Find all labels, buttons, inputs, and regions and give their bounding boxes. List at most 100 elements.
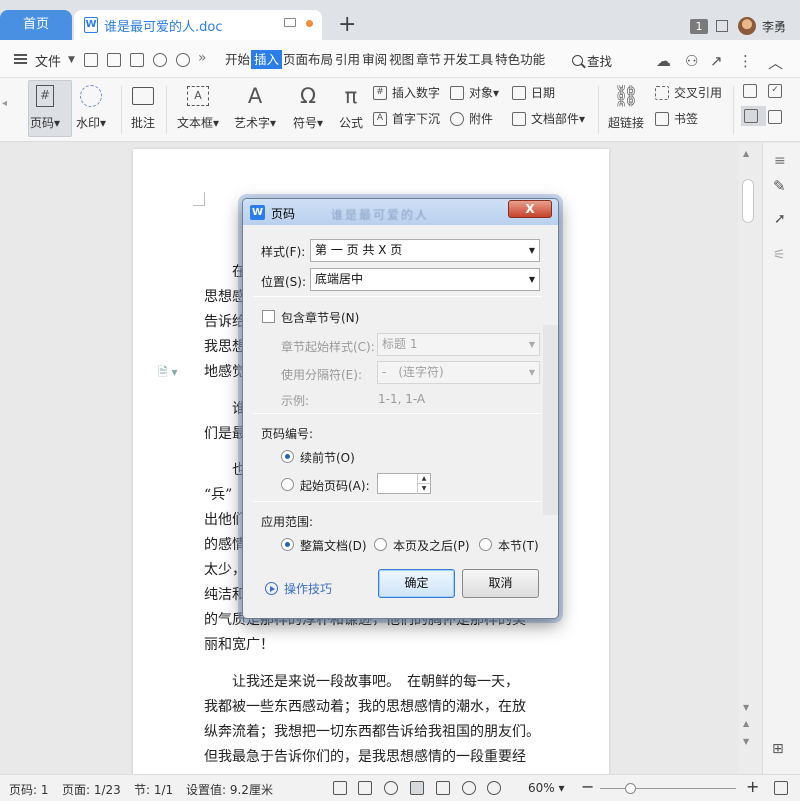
doc-line[interactable]: 的感情	[204, 534, 246, 554]
hyperlink-button[interactable]: ⛓ 超链接	[608, 82, 644, 131]
tab-home[interactable]: 首页	[0, 10, 72, 40]
start-at-radio[interactable]	[281, 478, 294, 491]
ok-button[interactable]: 确定	[378, 569, 455, 598]
tab-view[interactable]: 视图	[388, 50, 415, 69]
stepper-up-icon[interactable]: ▲	[417, 474, 430, 484]
zoom-slider-knob[interactable]	[625, 783, 636, 794]
doc-line[interactable]: 纯洁和	[204, 584, 246, 604]
vertical-scrollbar[interactable]: ▲ ▼ ▲ ▼	[738, 143, 762, 774]
bookmark-button[interactable]: 书签	[655, 110, 698, 127]
hamburger-menu-icon[interactable]	[14, 54, 27, 64]
doc-line[interactable]: 地感觉	[204, 361, 246, 381]
monitor-icon[interactable]	[284, 18, 296, 27]
zoom-out-button[interactable]: −	[581, 777, 594, 796]
doc-line[interactable]: 们是最	[204, 423, 246, 443]
chevron-down-icon[interactable]: ▼	[68, 55, 75, 65]
comment-button[interactable]: 批注	[131, 82, 155, 131]
doc-line[interactable]: 纵奔流着；我想把一切东西都告诉给我祖国的朋友们。	[204, 721, 540, 741]
doc-line[interactable]: 我思想	[204, 336, 246, 356]
paragraph-marker-icon[interactable]: 🗎 ▾	[158, 363, 178, 384]
ribbon-extra-icon-1[interactable]	[743, 84, 762, 98]
cloud-icon[interactable]: ☁	[656, 52, 671, 70]
continue-prev-radio[interactable]	[281, 450, 294, 463]
tab-review[interactable]: 审阅	[361, 50, 388, 69]
doc-parts-button[interactable]: 文档部件 ▾	[512, 110, 585, 127]
object-button[interactable]: 对象 ▾	[450, 84, 499, 101]
tab-section[interactable]: 章节	[415, 50, 442, 69]
new-tab-button[interactable]: +	[338, 12, 356, 37]
zoom-slider[interactable]	[600, 783, 736, 794]
ribbon-extra-icon-4[interactable]	[768, 110, 787, 124]
formula-button[interactable]: π 公式	[339, 82, 363, 131]
position-select[interactable]: 底端居中 ▼	[310, 268, 540, 291]
collaborate-icon[interactable]: ⚇	[685, 52, 698, 70]
share-icon[interactable]: ↗	[710, 52, 723, 70]
window-count-badge[interactable]: 1	[689, 18, 708, 34]
redo-icon[interactable]	[176, 53, 190, 67]
cancel-button[interactable]: 取消	[462, 569, 539, 598]
cursor-icon[interactable]: ➚	[774, 211, 786, 227]
tab-developer[interactable]: 开发工具	[442, 50, 494, 69]
style-select[interactable]: 第 一 页 共 X 页 ▼	[310, 239, 540, 262]
cross-ref-button[interactable]: 交叉引用	[655, 84, 722, 101]
save-icon[interactable]	[84, 53, 98, 67]
attachment-button[interactable]: 附件	[450, 110, 493, 127]
scope-section-radio[interactable]	[479, 538, 492, 551]
drop-cap-button[interactable]: A 首字下沉	[373, 110, 440, 127]
textbox-button[interactable]: A 文本框▾	[177, 82, 219, 131]
tab-features[interactable]: 特色功能	[494, 50, 546, 69]
stepper-down-icon[interactable]: ▼	[417, 484, 430, 494]
doc-line[interactable]: 告诉给	[204, 311, 246, 331]
tab-references[interactable]: 引用	[334, 50, 361, 69]
zoom-level[interactable]: 60% ▾	[528, 781, 565, 795]
export-pdf-icon[interactable]	[107, 53, 121, 67]
wordart-button[interactable]: A 艺术字▾	[234, 82, 276, 131]
avatar[interactable]	[737, 17, 756, 35]
eye-protection-icon[interactable]	[487, 781, 501, 795]
tab-document[interactable]: W 谁是最可爱的人.doc	[74, 10, 322, 40]
prev-page-icon[interactable]: ▲	[743, 719, 749, 728]
scope-whole-radio[interactable]	[281, 538, 294, 551]
user-name[interactable]: 李勇	[762, 18, 786, 35]
collapse-sidebar-icon[interactable]: ≡	[774, 153, 786, 169]
file-menu[interactable]: 文件	[35, 51, 61, 70]
tab-page-layout[interactable]: 页面布局	[282, 50, 334, 69]
doc-line[interactable]: 思想感	[204, 286, 246, 306]
symbol-button[interactable]: Ω 符号▾	[293, 82, 323, 131]
zoom-in-button[interactable]: +	[746, 777, 759, 796]
fit-page-icon[interactable]	[774, 781, 788, 795]
settings-sliders-icon[interactable]: ⚟	[773, 247, 786, 263]
scroll-up-icon[interactable]: ▲	[743, 149, 749, 158]
ribbon-scroll-left-icon[interactable]: ◂	[2, 98, 7, 109]
tab-start[interactable]: 开始	[224, 50, 251, 69]
read-mode-icon[interactable]	[358, 781, 372, 795]
web-view-icon[interactable]	[462, 781, 476, 795]
next-page-icon[interactable]: ▼	[743, 737, 749, 746]
chapter-style-select[interactable]: 标题 1 ▼	[377, 333, 540, 356]
page-number-button[interactable]: # 页码▾	[30, 82, 60, 131]
dialog-title-bar[interactable]: W 页码 谁是最可爱的人 X	[243, 199, 558, 225]
date-button[interactable]: 日期	[512, 84, 555, 101]
ribbon-extra-icon-3[interactable]	[741, 106, 766, 126]
search-button[interactable]: 查找	[572, 51, 612, 70]
start-at-stepper[interactable]: ▲ ▼	[377, 473, 431, 494]
doc-line[interactable]: 但我最急于告诉你们的，是我思想感情的一段重要经	[204, 746, 526, 766]
doc-line[interactable]: 出他们	[204, 509, 246, 529]
collapse-ribbon-icon[interactable]: ︿	[768, 52, 783, 73]
more-chevron-icon[interactable]: »	[198, 50, 207, 66]
include-chapter-checkbox[interactable]	[262, 310, 275, 323]
edit-pen-icon[interactable]	[384, 781, 398, 795]
fullscreen-icon[interactable]	[333, 781, 347, 795]
close-button[interactable]: X	[508, 200, 552, 218]
separator-select[interactable]: - (连字符) ▼	[377, 361, 540, 384]
watermark-button[interactable]: 水印▾	[76, 82, 106, 131]
insert-number-button[interactable]: # 插入数字	[373, 84, 440, 101]
more-icon[interactable]: ⋮	[738, 52, 753, 70]
tab-insert[interactable]: 插入	[251, 50, 283, 69]
scrollbar-thumb[interactable]	[742, 179, 754, 223]
undo-icon[interactable]	[153, 53, 167, 67]
pen-icon[interactable]: ✎	[773, 177, 786, 195]
apps-grid-icon[interactable]: ⊞	[772, 741, 784, 757]
scope-after-radio[interactable]	[374, 538, 387, 551]
doc-line[interactable]: 我都被一些东西感动着；我的思想感情的潮水，在放	[204, 696, 526, 716]
